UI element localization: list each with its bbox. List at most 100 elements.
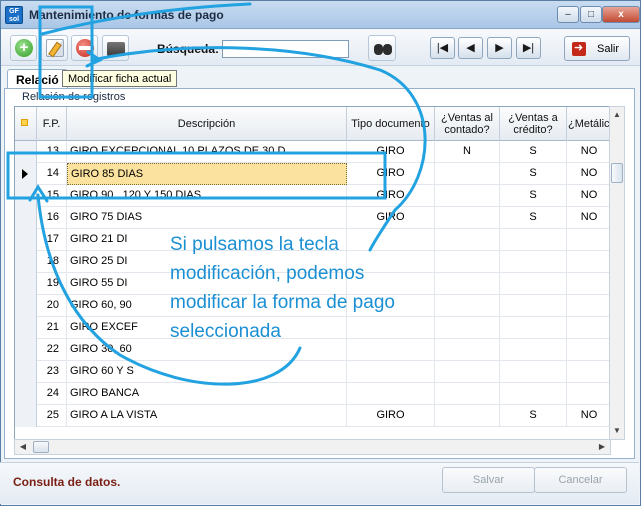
cell-tipo-documento[interactable]: GIRO bbox=[347, 207, 435, 229]
cell-descripcion[interactable]: GIRO 75 DIAS bbox=[67, 207, 347, 229]
horizontal-scroll-thumb[interactable] bbox=[33, 441, 49, 453]
cell-ventas-contado[interactable] bbox=[435, 317, 500, 339]
cell-ventas-credito[interactable] bbox=[500, 273, 567, 295]
cell-fp[interactable]: 16 bbox=[37, 207, 67, 229]
row-indicator[interactable] bbox=[15, 229, 37, 251]
table-row[interactable]: 25 GIRO A LA VISTA GIRO S NO bbox=[15, 405, 610, 427]
table-row[interactable]: 23 GIRO 60 Y S bbox=[15, 361, 610, 383]
cell-tipo-documento[interactable] bbox=[347, 361, 435, 383]
cell-fp[interactable]: 13 bbox=[37, 141, 67, 163]
cell-fp[interactable]: 20 bbox=[37, 295, 67, 317]
table-row[interactable]: 24 GIRO BANCA bbox=[15, 383, 610, 405]
prev-record-button[interactable]: ◀ bbox=[458, 37, 483, 59]
cell-fp[interactable]: 19 bbox=[37, 273, 67, 295]
cell-metalico[interactable] bbox=[567, 229, 610, 251]
cell-metalico[interactable] bbox=[567, 317, 610, 339]
cancel-button[interactable]: Cancelar bbox=[534, 467, 627, 493]
cell-metalico[interactable] bbox=[567, 383, 610, 405]
row-indicator[interactable] bbox=[15, 295, 37, 317]
tab-relacion[interactable]: Relació bbox=[7, 69, 68, 89]
cell-metalico[interactable]: NO bbox=[567, 141, 610, 163]
cell-fp[interactable]: 22 bbox=[37, 339, 67, 361]
cell-ventas-contado[interactable] bbox=[435, 207, 500, 229]
cell-fp[interactable]: 24 bbox=[37, 383, 67, 405]
cell-descripcion[interactable]: GIRO BANCA bbox=[67, 383, 347, 405]
cell-ventas-contado[interactable] bbox=[435, 405, 500, 427]
cell-ventas-contado[interactable] bbox=[435, 229, 500, 251]
header-tipo-documento[interactable]: Tipo documento bbox=[347, 107, 435, 141]
scroll-down-icon[interactable]: ▼ bbox=[610, 423, 624, 439]
search-input[interactable] bbox=[222, 40, 349, 58]
cell-metalico[interactable] bbox=[567, 295, 610, 317]
cell-ventas-credito[interactable]: S bbox=[500, 207, 567, 229]
cell-descripcion[interactable]: GIRO 90 , 120 Y 150 DIAS bbox=[67, 185, 347, 207]
cell-ventas-credito[interactable]: S bbox=[500, 163, 567, 185]
cell-ventas-credito[interactable]: S bbox=[500, 141, 567, 163]
cell-ventas-credito[interactable] bbox=[500, 229, 567, 251]
scroll-left-icon[interactable]: ◀ bbox=[15, 440, 31, 454]
cell-metalico[interactable]: NO bbox=[567, 163, 610, 185]
last-record-button[interactable]: ▶| bbox=[516, 37, 541, 59]
add-button[interactable] bbox=[10, 35, 37, 61]
row-indicator[interactable] bbox=[15, 185, 37, 207]
cell-ventas-credito[interactable] bbox=[500, 251, 567, 273]
next-record-button[interactable]: ▶ bbox=[487, 37, 512, 59]
cell-ventas-contado[interactable] bbox=[435, 361, 500, 383]
edit-button[interactable] bbox=[41, 35, 68, 61]
cell-fp[interactable]: 18 bbox=[37, 251, 67, 273]
cell-fp[interactable]: 21 bbox=[37, 317, 67, 339]
delete-button[interactable] bbox=[71, 35, 98, 61]
vertical-scroll-thumb[interactable] bbox=[611, 163, 623, 183]
row-indicator[interactable] bbox=[15, 207, 37, 229]
cell-fp[interactable]: 23 bbox=[37, 361, 67, 383]
cell-fp[interactable]: 14 bbox=[37, 163, 67, 185]
cell-metalico[interactable]: NO bbox=[567, 207, 610, 229]
row-indicator[interactable] bbox=[15, 141, 37, 163]
print-button[interactable] bbox=[102, 35, 129, 61]
table-row[interactable]: 16 GIRO 75 DIAS GIRO S NO bbox=[15, 207, 610, 229]
cell-descripcion[interactable]: GIRO A LA VISTA bbox=[67, 405, 347, 427]
vertical-scrollbar[interactable]: ▲ ▼ bbox=[609, 106, 625, 440]
cell-ventas-credito[interactable] bbox=[500, 383, 567, 405]
cell-ventas-contado[interactable] bbox=[435, 295, 500, 317]
save-button[interactable]: Salvar bbox=[442, 467, 535, 493]
header-ventas-contado[interactable]: ¿Ventas al contado? bbox=[435, 107, 500, 141]
row-indicator[interactable] bbox=[15, 251, 37, 273]
row-indicator[interactable] bbox=[15, 317, 37, 339]
cell-tipo-documento[interactable]: GIRO bbox=[347, 405, 435, 427]
row-indicator[interactable] bbox=[15, 273, 37, 295]
table-row[interactable]: 14 GIRO 85 DIAS GIRO S NO bbox=[15, 163, 610, 185]
cell-tipo-documento[interactable]: GIRO bbox=[347, 163, 435, 185]
cell-fp[interactable]: 17 bbox=[37, 229, 67, 251]
cell-metalico[interactable] bbox=[567, 251, 610, 273]
search-button[interactable] bbox=[368, 35, 396, 61]
close-button[interactable]: x bbox=[602, 6, 640, 23]
cell-tipo-documento[interactable]: GIRO bbox=[347, 141, 435, 163]
row-indicator[interactable] bbox=[15, 163, 37, 185]
row-indicator[interactable] bbox=[15, 405, 37, 427]
cell-ventas-credito[interactable] bbox=[500, 317, 567, 339]
cell-descripcion[interactable]: GIRO 60 Y S bbox=[67, 361, 347, 383]
header-ventas-credito[interactable]: ¿Ventas a crédito? bbox=[500, 107, 567, 141]
header-metalico[interactable]: ¿Metálico? bbox=[567, 107, 610, 141]
row-indicator[interactable] bbox=[15, 383, 37, 405]
cell-ventas-contado[interactable] bbox=[435, 251, 500, 273]
row-indicator[interactable] bbox=[15, 361, 37, 383]
first-record-button[interactable]: |◀ bbox=[430, 37, 455, 59]
table-row[interactable]: 15 GIRO 90 , 120 Y 150 DIAS GIRO S NO bbox=[15, 185, 610, 207]
cell-fp[interactable]: 15 bbox=[37, 185, 67, 207]
cell-ventas-contado[interactable] bbox=[435, 273, 500, 295]
cell-ventas-contado[interactable]: N bbox=[435, 141, 500, 163]
cell-ventas-contado[interactable] bbox=[435, 163, 500, 185]
cell-fp[interactable]: 25 bbox=[37, 405, 67, 427]
horizontal-scrollbar[interactable]: ◀ ▶ bbox=[14, 439, 611, 455]
header-descripcion[interactable]: Descripción bbox=[67, 107, 347, 141]
scroll-up-icon[interactable]: ▲ bbox=[610, 107, 624, 123]
cell-ventas-credito[interactable]: S bbox=[500, 185, 567, 207]
cell-ventas-credito[interactable] bbox=[500, 361, 567, 383]
cell-ventas-credito[interactable] bbox=[500, 295, 567, 317]
maximize-button[interactable]: □ bbox=[580, 6, 602, 23]
header-fp[interactable]: F.P. bbox=[37, 107, 67, 141]
cell-metalico[interactable] bbox=[567, 361, 610, 383]
cell-metalico[interactable] bbox=[567, 273, 610, 295]
